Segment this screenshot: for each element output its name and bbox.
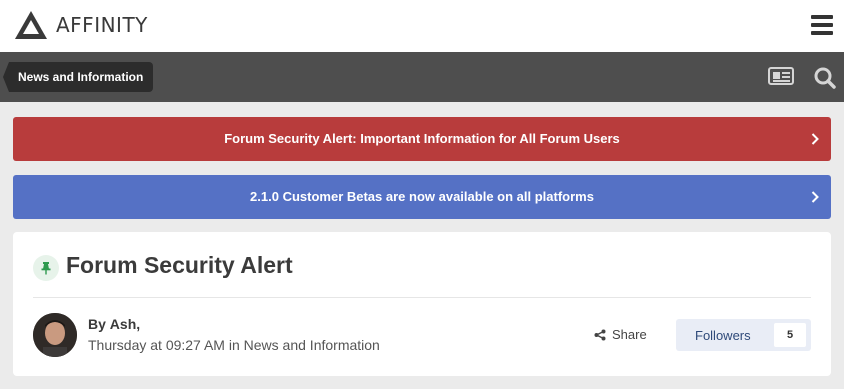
divider: [33, 297, 811, 298]
post-date: Thursday at 09:27 AM: [88, 337, 225, 353]
followers-button[interactable]: Followers 5: [676, 319, 811, 351]
by-label: By: [88, 316, 106, 332]
author-byline: By Ash,: [88, 316, 140, 332]
forum-link[interactable]: News and Information: [244, 337, 380, 353]
author-name[interactable]: Ash,: [110, 316, 140, 332]
search-icon[interactable]: [814, 67, 836, 89]
chevron-right-icon: [811, 133, 819, 145]
post-meta: Thursday at 09:27 AM in News and Informa…: [88, 337, 380, 353]
newspaper-icon[interactable]: [768, 66, 794, 86]
brand-name[interactable]: AFFINITY: [56, 13, 148, 37]
nav-bar: News and Information: [0, 52, 844, 102]
top-header: AFFINITY: [0, 0, 844, 52]
breadcrumb[interactable]: News and Information: [2, 62, 154, 92]
beta-announcement-banner[interactable]: 2.1.0 Customer Betas are now available o…: [13, 175, 831, 219]
in-label: in: [228, 337, 240, 353]
pin-icon: [33, 255, 59, 281]
hamburger-menu-icon[interactable]: [811, 15, 833, 35]
affinity-logo-icon[interactable]: [13, 9, 49, 41]
banner-text: Forum Security Alert: Important Informat…: [224, 131, 620, 146]
banner-text: 2.1.0 Customer Betas are now available o…: [250, 189, 594, 204]
followers-count: 5: [774, 323, 806, 347]
followers-label: Followers: [695, 328, 751, 343]
share-button[interactable]: Share: [594, 327, 647, 342]
share-icon: [594, 329, 606, 341]
chevron-right-icon: [811, 191, 819, 203]
security-alert-banner[interactable]: Forum Security Alert: Important Informat…: [13, 117, 831, 161]
avatar[interactable]: [33, 313, 77, 357]
topic-title: Forum Security Alert: [66, 252, 293, 278]
share-label: Share: [612, 327, 647, 342]
